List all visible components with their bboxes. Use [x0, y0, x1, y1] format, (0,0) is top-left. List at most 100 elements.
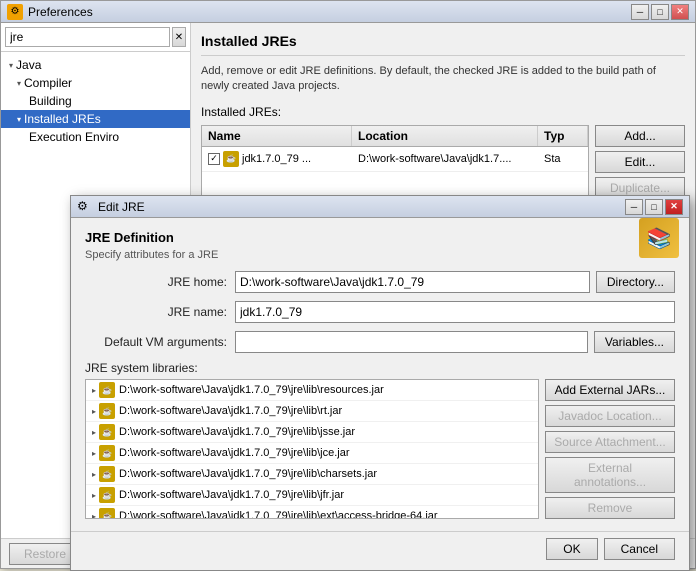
- tree-item-building[interactable]: Building: [1, 92, 190, 110]
- jre-name-label: JRE name:: [85, 305, 235, 319]
- jre-name-input[interactable]: [235, 301, 675, 323]
- col-header-type: Typ: [538, 126, 588, 146]
- remove-lib-button[interactable]: Remove: [545, 497, 675, 519]
- add-external-jars-button[interactable]: Add External JARs...: [545, 379, 675, 401]
- edit-jre-footer: OK Cancel: [71, 531, 689, 570]
- search-clear-button[interactable]: ✕: [172, 27, 186, 47]
- table-row[interactable]: ✓ ☕ jdk1.7.0_79 ... D:\work-software\Jav…: [202, 147, 588, 172]
- tree-item-compiler[interactable]: ▾ Compiler: [1, 74, 190, 92]
- directory-button[interactable]: Directory...: [596, 271, 675, 293]
- edit-jre-titlebar: ⚙ Edit JRE ─ □ ✕: [71, 196, 689, 218]
- lib-item-5[interactable]: ▸ ☕ D:\work-software\Java\jdk1.7.0_79\jr…: [86, 485, 538, 506]
- edit-ok-button[interactable]: OK: [546, 538, 597, 560]
- edit-jre-title: Edit JRE: [98, 200, 625, 214]
- edit-icon: ⚙: [77, 199, 93, 215]
- jre-name-row: JRE name:: [85, 301, 675, 323]
- external-annotations-button[interactable]: External annotations...: [545, 457, 675, 493]
- jre-name-text: jdk1.7.0_79 ...: [242, 153, 311, 165]
- tree-label-java: Java: [16, 58, 41, 72]
- variables-button[interactable]: Variables...: [594, 331, 675, 353]
- edit-jre-dialog: ⚙ Edit JRE ─ □ ✕ 📚 JRE Definition Specif…: [70, 195, 690, 571]
- close-button[interactable]: ✕: [671, 4, 689, 20]
- default-vm-input[interactable]: [235, 331, 588, 353]
- tree-item-execution-enviro[interactable]: Execution Enviro: [1, 128, 190, 146]
- libs-container: ▸ ☕ D:\work-software\Java\jdk1.7.0_79\jr…: [85, 379, 675, 519]
- lib-arrow-5: ▸: [92, 491, 96, 500]
- lib-arrow-2: ▸: [92, 428, 96, 437]
- lib-arrow-4: ▸: [92, 470, 96, 479]
- edit-cancel-button[interactable]: Cancel: [604, 538, 675, 560]
- source-attachment-button[interactable]: Source Attachment...: [545, 431, 675, 453]
- lib-item-6[interactable]: ▸ ☕ D:\work-software\Java\jdk1.7.0_79\jr…: [86, 506, 538, 519]
- javadoc-location-button[interactable]: Javadoc Location...: [545, 405, 675, 427]
- lib-icon-4: ☕: [99, 466, 115, 482]
- edit-titlebar-buttons: ─ □ ✕: [625, 199, 683, 215]
- tree-arrow-java: ▾: [9, 61, 13, 70]
- tree-label-execution: Execution Enviro: [29, 130, 119, 144]
- jre-icon: ☕: [223, 151, 239, 167]
- col-header-name: Name: [202, 126, 352, 146]
- lib-text-3: D:\work-software\Java\jdk1.7.0_79\jre\li…: [119, 447, 349, 459]
- lib-text-4: D:\work-software\Java\jdk1.7.0_79\jre\li…: [119, 468, 377, 480]
- watermark: [85, 538, 540, 560]
- add-button[interactable]: Add...: [595, 125, 685, 147]
- right-panel-description: Add, remove or edit JRE definitions. By …: [201, 64, 685, 95]
- preferences-titlebar: ⚙ Preferences ─ □ ✕: [1, 1, 695, 23]
- libs-buttons-panel: Add External JARs... Javadoc Location...…: [545, 379, 675, 519]
- cell-type: Sta: [538, 151, 588, 167]
- lib-text-6: D:\work-software\Java\jdk1.7.0_79\jre\li…: [119, 510, 438, 519]
- lib-text-0: D:\work-software\Java\jdk1.7.0_79\jre\li…: [119, 384, 384, 396]
- col-header-location: Location: [352, 126, 538, 146]
- search-area: ✕: [1, 23, 190, 52]
- jre-home-label: JRE home:: [85, 275, 235, 289]
- titlebar-buttons: ─ □ ✕: [631, 4, 689, 20]
- lib-icon-0: ☕: [99, 382, 115, 398]
- edit-maximize-button[interactable]: □: [645, 199, 663, 215]
- lib-text-1: D:\work-software\Java\jdk1.7.0_79\jre\li…: [119, 405, 342, 417]
- tree-arrow-installed: ▾: [17, 115, 21, 124]
- edit-minimize-button[interactable]: ─: [625, 199, 643, 215]
- jre-checkbox[interactable]: ✓: [208, 153, 220, 165]
- search-input[interactable]: [5, 27, 170, 47]
- tree-label-building: Building: [29, 94, 72, 108]
- lib-icon-5: ☕: [99, 487, 115, 503]
- tree-item-installed-jres[interactable]: ▾ Installed JREs: [1, 110, 190, 128]
- lib-arrow-1: ▸: [92, 407, 96, 416]
- tree-arrow-compiler: ▾: [17, 79, 21, 88]
- lib-text-2: D:\work-software\Java\jdk1.7.0_79\jre\li…: [119, 426, 355, 438]
- lib-item-4[interactable]: ▸ ☕ D:\work-software\Java\jdk1.7.0_79\jr…: [86, 464, 538, 485]
- preferences-title: Preferences: [28, 5, 631, 19]
- libs-label: JRE system libraries:: [85, 361, 675, 375]
- lib-arrow-3: ▸: [92, 449, 96, 458]
- tree-item-java[interactable]: ▾ Java: [1, 56, 190, 74]
- edit-button[interactable]: Edit...: [595, 151, 685, 173]
- lib-item-0[interactable]: ▸ ☕ D:\work-software\Java\jdk1.7.0_79\jr…: [86, 380, 538, 401]
- right-panel-title: Installed JREs: [201, 33, 685, 56]
- cell-location: D:\work-software\Java\jdk1.7....: [352, 151, 538, 167]
- lib-icon-3: ☕: [99, 445, 115, 461]
- edit-jre-body: 📚 JRE Definition Specify attributes for …: [71, 218, 689, 531]
- jre-home-row: JRE home: Directory...: [85, 271, 675, 293]
- lib-item-1[interactable]: ▸ ☕ D:\work-software\Java\jdk1.7.0_79\jr…: [86, 401, 538, 422]
- books-icon: 📚: [639, 218, 679, 258]
- minimize-button[interactable]: ─: [631, 4, 649, 20]
- cell-name: ✓ ☕ jdk1.7.0_79 ...: [202, 149, 352, 169]
- tree-label-installed-jres: Installed JREs: [24, 112, 101, 126]
- jre-table-header: Name Location Typ: [202, 126, 588, 147]
- edit-close-button[interactable]: ✕: [665, 199, 683, 215]
- books-icon-container: 📚: [639, 218, 679, 258]
- default-vm-row: Default VM arguments: Variables...: [85, 331, 675, 353]
- lib-arrow-0: ▸: [92, 386, 96, 395]
- lib-icon-6: ☕: [99, 508, 115, 519]
- default-vm-label: Default VM arguments:: [85, 335, 235, 349]
- lib-item-2[interactable]: ▸ ☕ D:\work-software\Java\jdk1.7.0_79\jr…: [86, 422, 538, 443]
- lib-item-3[interactable]: ▸ ☕ D:\work-software\Java\jdk1.7.0_79\jr…: [86, 443, 538, 464]
- edit-section-title: JRE Definition: [85, 230, 675, 245]
- jre-home-input[interactable]: [235, 271, 590, 293]
- edit-section-desc: Specify attributes for a JRE: [85, 249, 675, 261]
- installed-jres-label: Installed JREs:: [201, 105, 685, 119]
- maximize-button[interactable]: □: [651, 4, 669, 20]
- lib-icon-1: ☕: [99, 403, 115, 419]
- tree-label-compiler: Compiler: [24, 76, 72, 90]
- lib-arrow-6: ▸: [92, 512, 96, 520]
